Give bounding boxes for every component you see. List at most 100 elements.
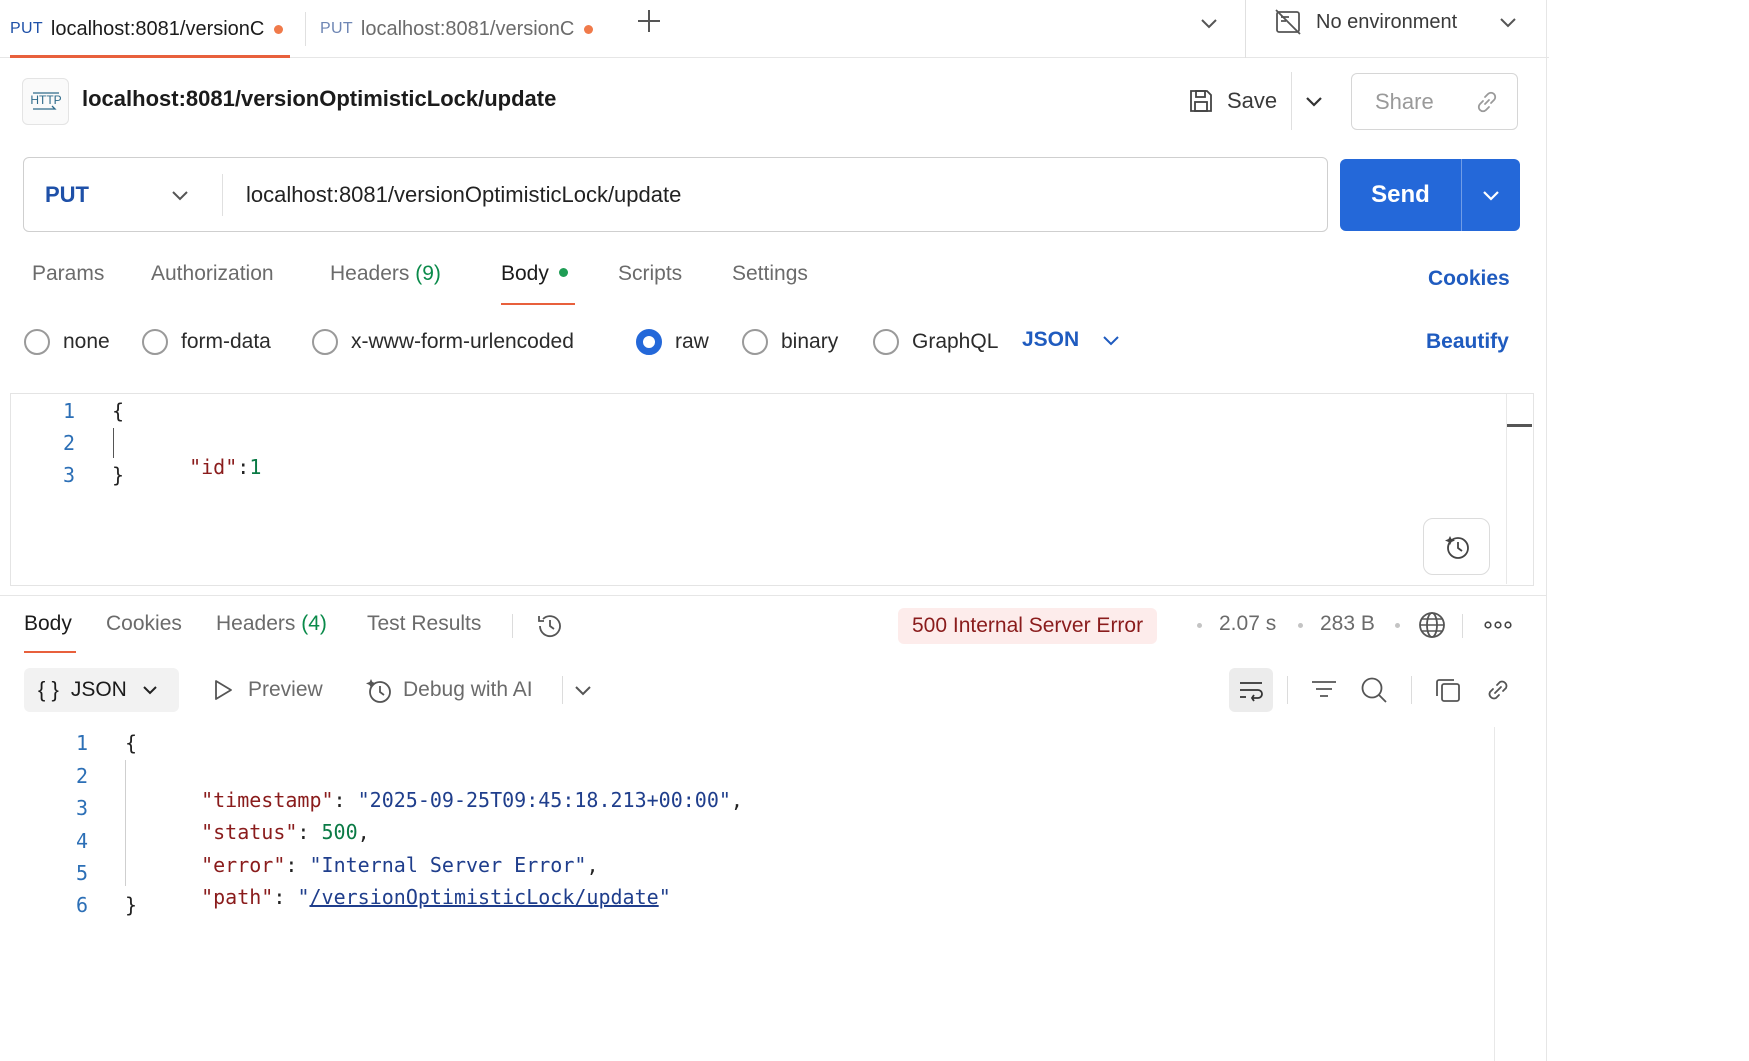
braces-icon: { } [38, 677, 59, 702]
preview-button[interactable]: Preview [211, 668, 323, 712]
json-key: "path" [201, 885, 274, 909]
unsaved-dot-icon [274, 24, 284, 34]
radio-graphql[interactable]: GraphQL [873, 328, 998, 356]
history-icon[interactable] [535, 611, 565, 641]
radio-none[interactable]: none [24, 328, 110, 356]
tab-params[interactable]: Params [32, 262, 104, 286]
code-line-id: "id":1 [165, 431, 261, 479]
plus-icon[interactable] [636, 8, 662, 34]
save-divider [1291, 72, 1292, 130]
code-brace-close: } [125, 893, 138, 917]
body-format-select[interactable]: JSON [1022, 328, 1121, 352]
debug-label: Debug with AI [403, 678, 533, 701]
radio-label: form-data [181, 330, 271, 353]
link-icon[interactable] [1483, 675, 1513, 705]
active-request-tab-indicator [501, 303, 575, 305]
method-select[interactable]: PUT [24, 158, 222, 231]
meta-separator-dot [1298, 623, 1303, 628]
line-number: 6 [75, 893, 88, 917]
no-environment-icon [1274, 8, 1302, 36]
radio-form-data[interactable]: form-data [142, 328, 271, 356]
editor-scrollbar[interactable] [1506, 394, 1507, 584]
tab-headers-label: Headers [330, 262, 410, 285]
chevron-down-icon [141, 681, 159, 699]
editor-scroll-thumb[interactable] [1507, 424, 1532, 427]
globe-icon[interactable] [1417, 610, 1447, 640]
response-tab-cookies[interactable]: Cookies [106, 612, 182, 636]
path-link[interactable]: /versionOptimisticLock/update [309, 885, 658, 909]
chevron-down-icon [1497, 11, 1519, 33]
preview-label: Preview [248, 678, 323, 701]
request-tab-2[interactable]: PUT localhost:8081/versionC [320, 0, 594, 58]
text-cursor [113, 428, 114, 458]
request-tab-1[interactable]: PUT localhost:8081/versionC [10, 0, 284, 58]
status-badge[interactable]: 500 Internal Server Error [898, 608, 1158, 644]
radio-binary[interactable]: binary [742, 328, 838, 356]
indent-guide [125, 760, 126, 886]
tab-scripts[interactable]: Scripts [618, 262, 682, 286]
cookies-link[interactable]: Cookies [1428, 267, 1510, 291]
json-value: 1 [249, 455, 262, 479]
more-options-icon[interactable] [1483, 614, 1513, 636]
share-button[interactable]: Share [1351, 73, 1518, 130]
radio-raw[interactable]: raw [636, 328, 709, 356]
response-tab-headers[interactable]: Headers (4) [216, 612, 327, 636]
active-tab-indicator [10, 55, 290, 58]
tab-title: localhost:8081/versionC [50, 17, 265, 40]
body-format-label: JSON [1022, 328, 1080, 351]
send-button[interactable]: Send [1340, 181, 1461, 209]
save-options-chevron-icon[interactable] [1303, 90, 1325, 112]
headers-count: (9) [415, 262, 441, 285]
radio-circle-icon [312, 329, 338, 355]
json-colon: : [237, 455, 250, 479]
debug-options-chevron-icon[interactable] [573, 680, 593, 700]
radio-circle-icon [742, 329, 768, 355]
save-button[interactable]: Save [1187, 78, 1277, 124]
send-button-group: Send [1340, 159, 1520, 231]
tab-authorization[interactable]: Authorization [151, 262, 274, 286]
play-icon [211, 678, 235, 702]
debug-with-ai-button[interactable]: Debug with AI [364, 668, 533, 712]
code-brace-open: { [125, 731, 138, 755]
send-options-chevron-icon[interactable] [1462, 159, 1520, 231]
copy-icon[interactable] [1433, 675, 1463, 705]
search-icon[interactable] [1359, 675, 1389, 705]
chevron-down-icon[interactable] [1198, 12, 1220, 34]
radio-circle-icon [873, 329, 899, 355]
line-number: 3 [62, 463, 75, 487]
response-tab-body[interactable]: Body [24, 612, 72, 636]
environment-selector[interactable]: No environment [1274, 0, 1519, 44]
environment-divider [1245, 0, 1246, 58]
radio-label: binary [781, 330, 839, 353]
response-format-select[interactable]: { } JSON [24, 668, 179, 712]
toolbar-divider [1287, 676, 1288, 704]
tab-method: PUT [320, 20, 353, 37]
request-title[interactable]: localhost:8081/versionOptimisticLock/upd… [82, 86, 556, 112]
meta-separator-dot [1395, 623, 1400, 628]
tab-headers[interactable]: Headers (9) [330, 262, 441, 286]
radio-label: x-www-form-urlencoded [351, 330, 574, 353]
share-label: Share [1375, 88, 1434, 114]
request-body-editor[interactable] [10, 393, 1534, 586]
ai-sparkle-icon [1444, 535, 1469, 559]
ai-assist-button[interactable] [1423, 518, 1490, 575]
active-response-tab-indicator [24, 651, 76, 653]
response-size[interactable]: 283 B [1320, 612, 1375, 636]
url-input[interactable] [246, 158, 1306, 231]
tab-divider [305, 12, 306, 46]
filter-icon[interactable] [1309, 676, 1339, 704]
beautify-button[interactable]: Beautify [1426, 330, 1509, 354]
json-line-path: "path": "/versionOptimisticLock/update" [201, 885, 671, 909]
word-wrap-button[interactable] [1229, 668, 1273, 712]
link-icon [1473, 88, 1501, 116]
tab-body[interactable]: Body [501, 262, 568, 286]
radio-circle-icon [142, 329, 168, 355]
radio-x-www-form-urlencoded[interactable]: x-www-form-urlencoded [312, 328, 574, 356]
response-time[interactable]: 2.07 s [1219, 612, 1276, 636]
line-number: 2 [75, 764, 88, 788]
response-scrollbar[interactable] [1494, 727, 1495, 1061]
response-tab-test-results[interactable]: Test Results [367, 612, 481, 636]
tab-settings[interactable]: Settings [732, 262, 808, 286]
tab-body-label: Body [501, 262, 549, 285]
json-key: "id" [189, 455, 238, 479]
